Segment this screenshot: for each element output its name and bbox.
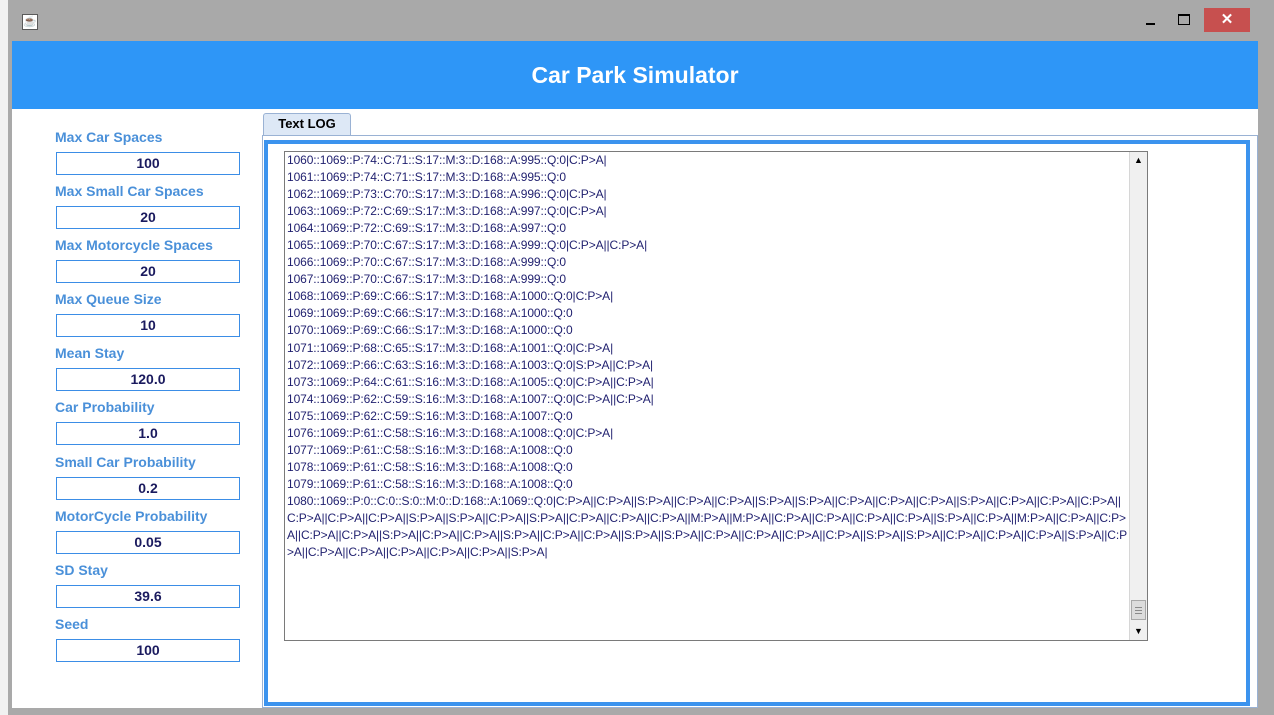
max-small-car-spaces-field[interactable]: 20	[56, 206, 240, 229]
window-titlebar[interactable]: ☕ ✕	[8, 0, 1274, 41]
app-header: Car Park Simulator	[12, 41, 1258, 109]
max-motorcycle-spaces-label: Max Motorcycle Spaces	[55, 237, 213, 253]
max-car-spaces-label: Max Car Spaces	[55, 129, 163, 145]
scroll-up-button[interactable]: ▲	[1130, 152, 1147, 169]
vertical-scrollbar[interactable]: ▲ ▼	[1129, 152, 1147, 640]
tab-text-log[interactable]: Text LOG	[263, 113, 351, 135]
small-car-probability-field[interactable]: 0.2	[56, 477, 240, 500]
motorcycle-probability-label: MotorCycle Probability	[55, 508, 208, 524]
close-button[interactable]: ✕	[1204, 8, 1250, 32]
client-area: Car Park Simulator Max Car Spaces 100 Ma…	[12, 41, 1258, 708]
grip-line	[1135, 613, 1142, 614]
arrow-down-icon: ▼	[1134, 626, 1143, 636]
mean-stay-label: Mean Stay	[55, 345, 125, 361]
seed-field[interactable]: 100	[56, 639, 240, 662]
tab-text-log-label: Text LOG	[278, 116, 336, 131]
motorcycle-probability-field[interactable]: 0.05	[56, 531, 240, 554]
window-border-right	[1266, 41, 1274, 715]
max-small-car-spaces-label: Max Small Car Spaces	[55, 183, 204, 199]
car-probability-field[interactable]: 1.0	[56, 422, 240, 445]
tab-strip: Text LOG	[262, 111, 1258, 135]
max-queue-size-label: Max Queue Size	[55, 291, 162, 307]
small-car-probability-label: Small Car Probability	[55, 454, 196, 470]
car-probability-label: Car Probability	[55, 399, 155, 415]
minimize-button[interactable]	[1136, 8, 1164, 32]
log-text[interactable]: 1060::1069::P:74::C:71::S:17::M:3::D:168…	[287, 152, 1129, 640]
arrow-up-icon: ▲	[1134, 155, 1143, 165]
maximize-button[interactable]	[1170, 8, 1198, 32]
settings-sidebar: Max Car Spaces 100 Max Small Car Spaces …	[12, 109, 260, 708]
mean-stay-field[interactable]: 120.0	[56, 368, 240, 391]
close-icon: ✕	[1220, 11, 1234, 28]
sd-stay-field[interactable]: 39.6	[56, 585, 240, 608]
max-queue-size-field[interactable]: 10	[56, 314, 240, 337]
text-log-area[interactable]: 1060::1069::P:74::C:71::S:17::M:3::D:168…	[284, 151, 1148, 641]
max-motorcycle-spaces-field[interactable]: 20	[56, 260, 240, 283]
java-app-icon[interactable]: ☕	[22, 14, 38, 30]
grip-line	[1135, 607, 1142, 608]
scroll-down-button[interactable]: ▼	[1130, 623, 1147, 640]
max-car-spaces-field[interactable]: 100	[56, 152, 240, 175]
minimize-icon	[1145, 23, 1155, 26]
sd-stay-label: SD Stay	[55, 562, 108, 578]
app-title: Car Park Simulator	[531, 62, 739, 88]
scrollbar-thumb[interactable]	[1131, 600, 1146, 620]
seed-label: Seed	[55, 616, 89, 632]
maximize-icon	[1178, 14, 1190, 26]
grip-line	[1135, 610, 1142, 611]
